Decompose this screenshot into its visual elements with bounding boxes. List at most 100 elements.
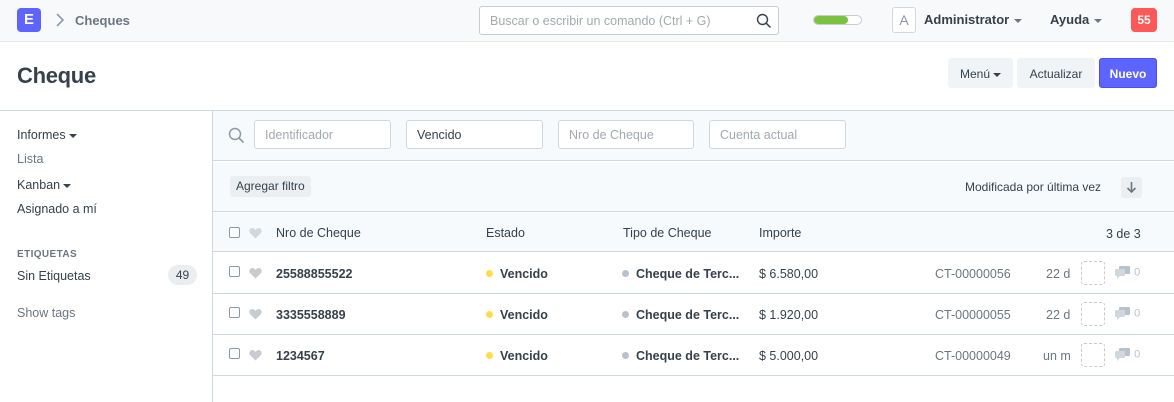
column-header-estado: Estado — [486, 226, 525, 240]
search-icon[interactable] — [756, 13, 772, 29]
heart-icon[interactable] — [249, 227, 262, 239]
comment-count-value: 0 — [1134, 348, 1141, 361]
sidebar-item-reports[interactable]: Informes — [17, 128, 77, 142]
row-nro-cheque[interactable]: 1234567 — [276, 349, 325, 363]
caret-down-icon — [1014, 18, 1023, 23]
row-modified: 22 d — [1046, 308, 1071, 322]
comment-count[interactable]: 0 — [1115, 348, 1140, 361]
user-name: Administrator — [924, 12, 1010, 27]
type-label: Cheque de Terc... — [636, 349, 740, 363]
column-header-importe: Importe — [759, 226, 802, 240]
select-all-checkbox[interactable] — [229, 227, 240, 238]
menu-button-label: Menú — [959, 67, 991, 81]
row-checkbox[interactable] — [229, 348, 240, 359]
comment-count-value: 0 — [1134, 307, 1141, 320]
row-document-name: CT-00000055 — [935, 308, 1011, 322]
column-header-nro-cheque: Nro de Cheque — [276, 226, 361, 240]
tags-heading: ETIQUETAS — [17, 249, 78, 260]
sidebar-item-kanban[interactable]: Kanban — [17, 178, 72, 192]
search-icon — [228, 127, 245, 144]
status-dot — [486, 311, 493, 319]
sidebar-item-list[interactable]: Lista — [17, 152, 43, 166]
row-estado[interactable]: Vencido — [486, 349, 548, 363]
row-importe: $ 1.920,00 — [759, 308, 819, 322]
type-label: Cheque de Terc... — [636, 267, 740, 281]
breadcrumb-cheques[interactable]: Cheques — [75, 13, 130, 28]
list-header: Nro de Cheque Estado Tipo de Cheque Impo… — [213, 213, 1174, 252]
comments-icon — [1115, 348, 1130, 361]
row-nro-cheque[interactable]: 3335558889 — [276, 308, 346, 322]
table-row[interactable]: 25588855522 Vencido Cheque de Terc... $ … — [213, 253, 1174, 294]
row-checkbox[interactable] — [229, 307, 240, 318]
caret-down-icon — [993, 72, 1002, 77]
awesomebar — [479, 6, 779, 35]
filter-nro-cheque-input[interactable] — [558, 120, 694, 149]
add-filter-button[interactable]: Agregar filtro — [230, 176, 311, 197]
type-dot — [622, 270, 629, 278]
sidebar-item-no-tags[interactable]: Sin Etiquetas — [17, 269, 91, 283]
assign-avatar-placeholder[interactable] — [1081, 343, 1105, 367]
status-label: Vencido — [500, 308, 548, 322]
row-importe: $ 5.000,00 — [759, 349, 819, 363]
sidebar-item-label: Kanban — [17, 178, 61, 192]
page-head: Cheque Menú Actualizar Nuevo — [0, 42, 1174, 111]
row-tipo-cheque[interactable]: Cheque de Terc... — [622, 349, 739, 363]
table-row[interactable]: 1234567 Vencido Cheque de Terc... $ 5.00… — [213, 335, 1174, 376]
type-label: Cheque de Terc... — [636, 308, 740, 322]
comment-count[interactable]: 0 — [1115, 266, 1140, 279]
heart-icon[interactable] — [249, 349, 262, 361]
status-dot — [486, 270, 493, 278]
notification-badge[interactable]: 55 — [1131, 8, 1157, 32]
table-row[interactable]: 3335558889 Vencido Cheque de Terc... $ 1… — [213, 294, 1174, 335]
sync-progress-bar — [813, 15, 862, 25]
sidebar-item-assigned-to-me[interactable]: Asignado a mí — [17, 202, 97, 216]
filter-id-input[interactable] — [254, 120, 391, 149]
row-tipo-cheque[interactable]: Cheque de Terc... — [622, 308, 739, 322]
show-tags-link[interactable]: Show tags — [17, 306, 75, 320]
row-estado[interactable]: Vencido — [486, 308, 548, 322]
navbar: E Cheques A Administrator Ayuda 55 — [0, 0, 1174, 42]
menu-button[interactable]: Menú — [948, 58, 1013, 88]
filter-estado-input[interactable] — [406, 120, 543, 149]
filter-cuenta-actual-input[interactable] — [709, 120, 846, 149]
type-dot — [622, 352, 629, 360]
standard-filter-bar — [213, 111, 1174, 161]
assign-avatar-placeholder[interactable] — [1081, 261, 1105, 285]
chevron-right-icon — [56, 13, 65, 27]
status-label: Vencido — [500, 267, 548, 281]
comments-icon — [1115, 266, 1130, 279]
help-menu[interactable]: Ayuda — [1050, 12, 1103, 27]
sidebar-item-label: Informes — [17, 128, 66, 142]
page-title: Cheque — [17, 63, 96, 88]
refresh-button[interactable]: Actualizar — [1017, 58, 1095, 88]
new-button[interactable]: Nuevo — [1099, 58, 1157, 88]
progress-fill — [814, 16, 848, 24]
row-nro-cheque[interactable]: 25588855522 — [276, 267, 352, 281]
assign-avatar-placeholder[interactable] — [1081, 302, 1105, 326]
row-checkbox[interactable] — [229, 266, 240, 277]
column-header-tipo-cheque: Tipo de Cheque — [623, 226, 712, 240]
search-input[interactable] — [480, 7, 750, 34]
row-document-name: CT-00000056 — [935, 267, 1011, 281]
filter-sort-bar: Agregar filtro Modificada por última vez — [213, 162, 1174, 212]
row-estado[interactable]: Vencido — [486, 267, 548, 281]
caret-down-icon — [68, 133, 77, 138]
heart-icon[interactable] — [249, 308, 262, 320]
list-view: Agregar filtro Modificada por última vez… — [212, 111, 1174, 402]
heart-icon[interactable] — [249, 267, 262, 279]
sort-order-button[interactable] — [1121, 177, 1142, 198]
row-tipo-cheque[interactable]: Cheque de Terc... — [622, 267, 739, 281]
sort-selector[interactable]: Modificada por última vez — [965, 180, 1101, 194]
comment-count[interactable]: 0 — [1115, 307, 1140, 320]
arrow-down-icon — [1126, 182, 1137, 194]
row-modified: 22 d — [1046, 267, 1071, 281]
app-logo[interactable]: E — [17, 8, 41, 32]
user-menu[interactable]: Administrator — [924, 12, 1023, 27]
sidebar: Informes Lista Kanban Asignado a mí ETIQ… — [0, 111, 213, 402]
row-document-name: CT-00000049 — [935, 349, 1011, 363]
caret-down-icon — [63, 183, 72, 188]
avatar[interactable]: A — [892, 7, 916, 33]
type-dot — [622, 311, 629, 319]
status-dot — [486, 352, 493, 360]
comments-icon — [1115, 307, 1130, 320]
